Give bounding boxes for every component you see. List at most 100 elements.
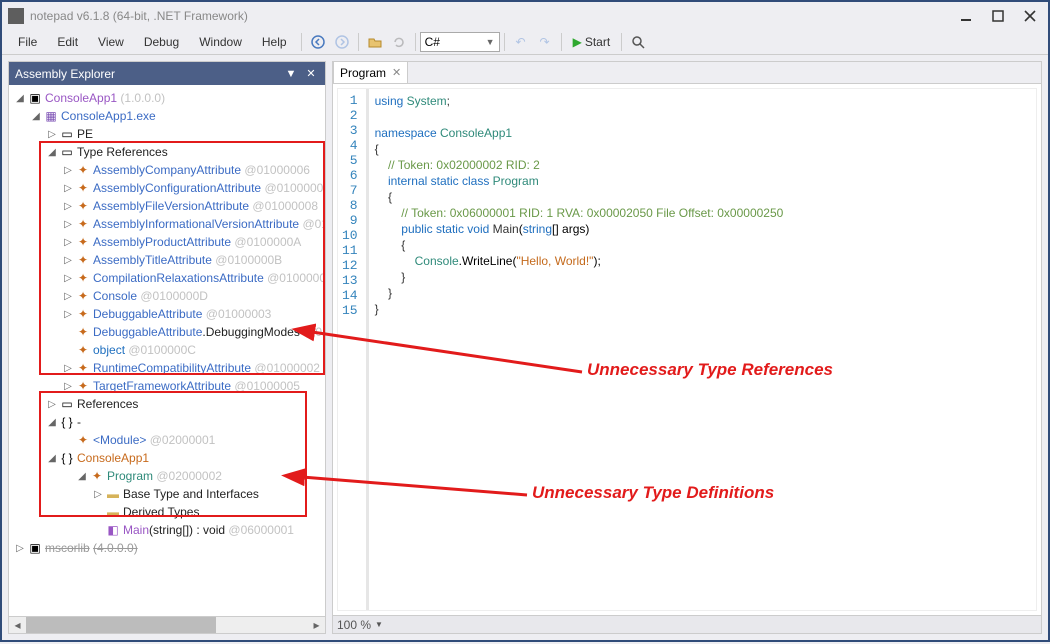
tree-references[interactable]: ▷▭References bbox=[9, 395, 325, 413]
expand-icon[interactable]: ▷ bbox=[61, 379, 75, 393]
tree-label: PE bbox=[77, 127, 93, 141]
tree-root[interactable]: ◢▣ConsoleApp1 (1.0.0.0) bbox=[9, 89, 325, 107]
tree-ref[interactable]: ▷✦RuntimeCompatibilityAttribute @0100000… bbox=[9, 359, 325, 377]
tree-ref[interactable]: ▷✦AssemblyTitleAttribute @0100000B bbox=[9, 251, 325, 269]
menu-edit[interactable]: Edit bbox=[47, 32, 88, 52]
code-editor[interactable]: 123456789101112131415 using System; name… bbox=[337, 88, 1037, 611]
tree-label: Type References bbox=[77, 145, 168, 159]
tree-ref[interactable]: ▷✦AssemblyProductAttribute @0100000A bbox=[9, 233, 325, 251]
tree-label: mscorlib bbox=[45, 541, 90, 555]
expand-icon[interactable]: ▷ bbox=[61, 361, 75, 375]
open-button[interactable] bbox=[364, 31, 386, 53]
panel-header[interactable]: Assembly Explorer ▼ ✕ bbox=[9, 62, 325, 85]
module-icon: ▦ bbox=[43, 109, 59, 123]
tree-label: DebuggableAttribute bbox=[93, 325, 202, 339]
tree-type-references[interactable]: ◢▭Type References bbox=[9, 143, 325, 161]
tree-ref[interactable]: ▷✦AssemblyInformationalVersionAttribute … bbox=[9, 215, 325, 233]
expand-icon[interactable]: ◢ bbox=[45, 415, 59, 429]
minimize-button[interactable] bbox=[958, 8, 974, 24]
tree-label: ConsoleApp1.exe bbox=[61, 109, 156, 123]
tree-program[interactable]: ◢✦Program @02000002 bbox=[9, 467, 325, 485]
tree-ref[interactable]: ▷✦AssemblyFileVersionAttribute @01000008 bbox=[9, 197, 325, 215]
tree-mscorlib[interactable]: ▷▣mscorlib (4.0.0.0) bbox=[9, 539, 325, 557]
expand-icon[interactable]: ▷ bbox=[45, 127, 59, 141]
expand-icon[interactable]: ◢ bbox=[45, 145, 59, 159]
expand-icon[interactable]: ▷ bbox=[61, 217, 75, 231]
expand-icon[interactable]: ▷ bbox=[61, 235, 75, 249]
horizontal-scrollbar[interactable]: ◂ ▸ bbox=[9, 616, 325, 633]
expand-icon[interactable]: ▷ bbox=[61, 163, 75, 177]
panel-dropdown-icon[interactable]: ▼ bbox=[283, 68, 299, 80]
tree-label: TargetFrameworkAttribute bbox=[93, 379, 231, 393]
expand-icon[interactable]: ▷ bbox=[61, 181, 75, 195]
tab-close-icon[interactable]: ✕ bbox=[392, 66, 401, 79]
tree-ref[interactable]: ▷✦AssemblyConfigurationAttribute @010000… bbox=[9, 179, 325, 197]
class-icon: ✦ bbox=[75, 235, 91, 249]
scroll-left-icon[interactable]: ◂ bbox=[9, 617, 26, 633]
class-icon: ✦ bbox=[89, 469, 105, 483]
menu-debug[interactable]: Debug bbox=[134, 32, 189, 52]
app-icon bbox=[8, 8, 24, 24]
tree-ref-nested[interactable]: ✦DebuggableAttribute.DebuggingModes @010… bbox=[9, 323, 325, 341]
menu-window[interactable]: Window bbox=[189, 32, 252, 52]
close-button[interactable] bbox=[1022, 8, 1038, 24]
nav-forward-button[interactable] bbox=[331, 31, 353, 53]
tab-program[interactable]: Program ✕ bbox=[333, 61, 408, 83]
expand-icon[interactable]: ▷ bbox=[45, 397, 59, 411]
tree-label: RuntimeCompatibilityAttribute bbox=[93, 361, 251, 375]
tree-ref[interactable]: ▷✦DebuggableAttribute @01000003 bbox=[9, 305, 325, 323]
nav-back-button[interactable] bbox=[307, 31, 329, 53]
expand-icon[interactable]: ◢ bbox=[29, 109, 43, 123]
titlebar: notepad v6.1.8 (64-bit, .NET Framework) bbox=[2, 2, 1048, 30]
class-icon: ✦ bbox=[75, 379, 91, 393]
menu-help[interactable]: Help bbox=[252, 32, 297, 52]
namespace-icon: { } bbox=[59, 451, 75, 465]
expand-icon[interactable]: ▷ bbox=[61, 253, 75, 267]
tree-pe[interactable]: ▷▭PE bbox=[9, 125, 325, 143]
tree-module[interactable]: ✦<Module> @02000001 bbox=[9, 431, 325, 449]
menu-view[interactable]: View bbox=[88, 32, 134, 52]
references-icon: ▭ bbox=[59, 397, 75, 411]
separator bbox=[561, 33, 562, 51]
zoom-value: 100 % bbox=[337, 618, 371, 632]
redo-button[interactable]: ↷ bbox=[534, 31, 556, 53]
scroll-thumb[interactable] bbox=[26, 617, 216, 633]
tree-ref[interactable]: ▷✦AssemblyCompanyAttribute @01000006 bbox=[9, 161, 325, 179]
expand-icon[interactable]: ▷ bbox=[91, 487, 105, 501]
code-body[interactable]: using System; namespace ConsoleApp1 { //… bbox=[369, 89, 790, 610]
tree-ref[interactable]: ▷✦CompilationRelaxationsAttribute @01000… bbox=[9, 269, 325, 287]
expand-icon[interactable]: ▷ bbox=[13, 541, 27, 555]
class-icon: ✦ bbox=[75, 199, 91, 213]
tree-main-method[interactable]: ◧Main(string[]) : void @06000001 bbox=[9, 521, 325, 539]
tree-ref[interactable]: ▷✦Console @0100000D bbox=[9, 287, 325, 305]
tree-label: AssemblyProductAttribute bbox=[93, 235, 231, 249]
undo-button[interactable]: ↶ bbox=[510, 31, 532, 53]
expand-icon[interactable]: ▷ bbox=[61, 271, 75, 285]
reload-button[interactable] bbox=[388, 31, 410, 53]
panel-close-icon[interactable]: ✕ bbox=[303, 67, 319, 80]
expand-icon[interactable]: ◢ bbox=[45, 451, 59, 465]
expand-icon[interactable]: ▷ bbox=[61, 199, 75, 213]
tree-exe[interactable]: ◢▦ConsoleApp1.exe bbox=[9, 107, 325, 125]
tree-namespace[interactable]: ◢{ }ConsoleApp1 bbox=[9, 449, 325, 467]
menu-file[interactable]: File bbox=[8, 32, 47, 52]
maximize-button[interactable] bbox=[990, 8, 1006, 24]
zoom-dropdown-icon[interactable]: ▼ bbox=[375, 620, 383, 629]
expand-icon[interactable]: ▷ bbox=[61, 289, 75, 303]
assembly-explorer-panel: Assembly Explorer ▼ ✕ ◢▣ConsoleApp1 (1.0… bbox=[8, 61, 326, 634]
tree-ref-object[interactable]: ✦object @0100000C bbox=[9, 341, 325, 359]
expand-icon[interactable]: ▷ bbox=[61, 307, 75, 321]
start-button[interactable]: ▶ Start bbox=[567, 31, 617, 53]
tree-derived-types[interactable]: ▬Derived Types bbox=[9, 503, 325, 521]
class-icon: ✦ bbox=[75, 163, 91, 177]
scroll-right-icon[interactable]: ▸ bbox=[308, 617, 325, 633]
assembly-tree[interactable]: ◢▣ConsoleApp1 (1.0.0.0) ◢▦ConsoleApp1.ex… bbox=[9, 85, 325, 616]
class-icon: ✦ bbox=[75, 217, 91, 231]
language-selector[interactable]: C#▼ bbox=[420, 32, 500, 52]
search-button[interactable] bbox=[627, 31, 649, 53]
expand-icon[interactable]: ◢ bbox=[13, 91, 27, 105]
tree-ref[interactable]: ▷✦TargetFrameworkAttribute @01000005 bbox=[9, 377, 325, 395]
tree-base-type[interactable]: ▷▬Base Type and Interfaces bbox=[9, 485, 325, 503]
expand-icon[interactable]: ◢ bbox=[75, 469, 89, 483]
tree-namespace-empty[interactable]: ◢{ }- bbox=[9, 413, 325, 431]
